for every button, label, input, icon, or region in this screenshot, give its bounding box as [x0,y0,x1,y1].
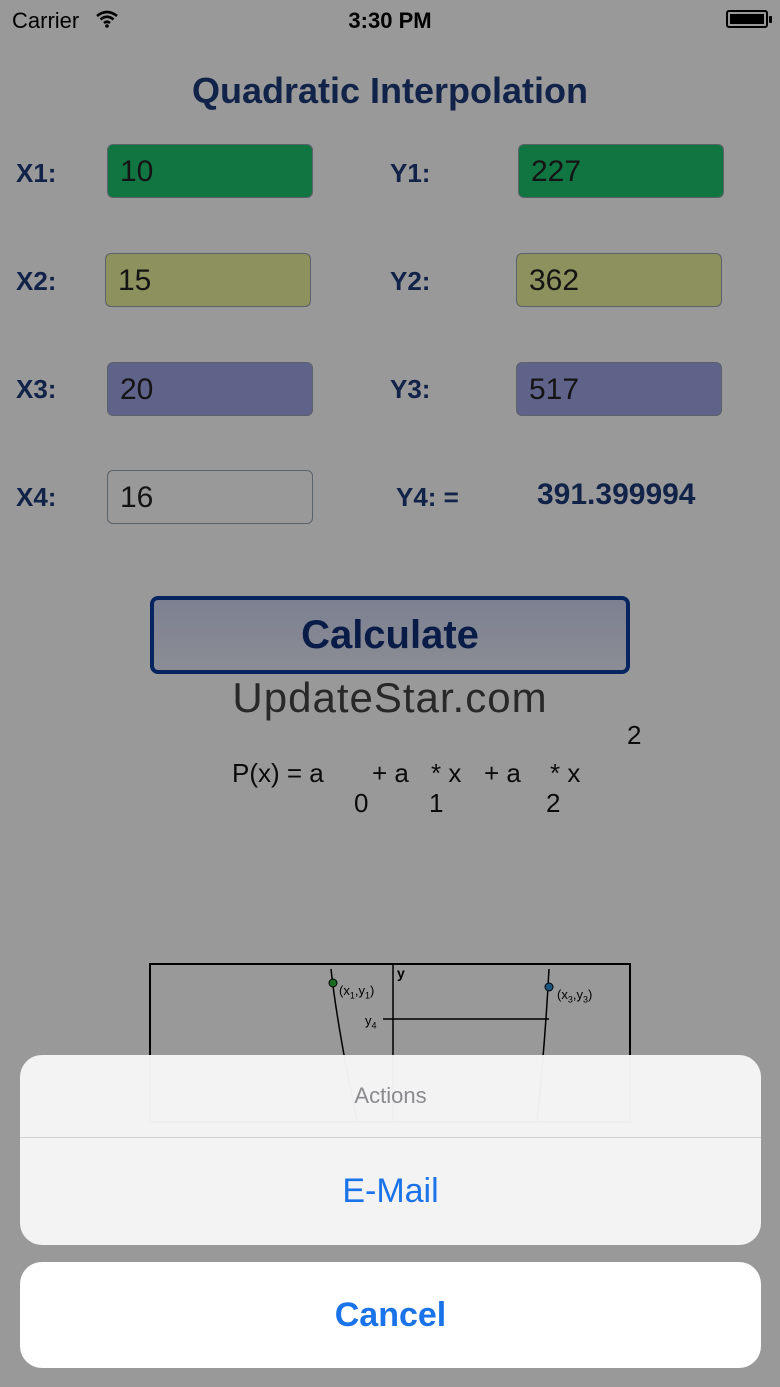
email-option[interactable]: E-Mail [20,1138,761,1244]
action-sheet-title: Actions [20,1055,761,1138]
cancel-button[interactable]: Cancel [20,1262,761,1368]
action-sheet: Actions E-Mail [20,1055,761,1245]
app-screen: Carrier 3:30 PM Quadratic Interpolation … [0,0,780,1387]
